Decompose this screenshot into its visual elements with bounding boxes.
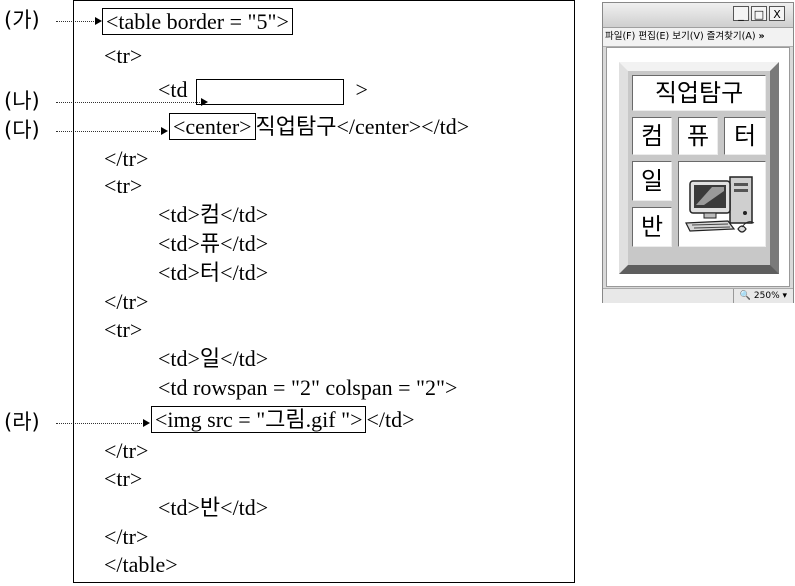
cell-pyu: 퓨 <box>678 117 718 155</box>
code-tr-close-4: </tr> <box>104 524 149 549</box>
code-td-open-start: <td <box>158 77 188 102</box>
code-td-teo: <td>터</td> <box>158 260 269 285</box>
code-center-tag: <center> <box>169 113 256 140</box>
code-td-keom: <td>컴</td> <box>158 202 269 227</box>
code-tr-open-1: <tr> <box>104 43 143 68</box>
rendered-table: 직업탐구 컴 퓨 터 일 반 <box>619 62 779 274</box>
minimize-button[interactable]: _ <box>733 6 749 21</box>
code-td-open-end: > <box>355 77 368 102</box>
magnifier-icon: 🔍 <box>739 291 752 301</box>
cell-keom: 컴 <box>632 117 672 155</box>
label-na: (나) <box>4 89 40 113</box>
code-panel: <table border = "5"> <tr> <td > <center> 직… <box>73 0 575 583</box>
page-viewport: 직업탐구 컴 퓨 터 일 반 <box>606 47 790 287</box>
code-table-close: </table> <box>104 552 178 577</box>
label-ra: (라) <box>4 410 40 434</box>
code-td-il: <td>일</td> <box>158 346 269 371</box>
label-ga: (가) <box>4 8 40 32</box>
code-tr-open-4: <tr> <box>104 466 143 491</box>
menu-file[interactable]: 파일(F) <box>605 31 635 42</box>
menu-more[interactable]: » <box>759 31 765 42</box>
label-da: (다) <box>4 118 40 142</box>
title-bar: _ □ X <box>603 3 793 28</box>
code-table-open: <table border = "5"> <box>102 8 293 35</box>
code-img-rest: </td> <box>366 407 415 432</box>
code-tr-close-2: </tr> <box>104 289 149 314</box>
code-img-tag: <img src = "그림.gif "> <box>151 406 367 433</box>
zoom-level: 250% ▾ <box>753 291 787 301</box>
cell-ban: 반 <box>632 207 672 247</box>
browser-window: _ □ X 파일(F) 편집(E) 보기(V) 즐겨찾기(A)» 직업탐구 컴 퓨 터… <box>602 2 794 303</box>
code-tr-close-1: </tr> <box>104 146 149 171</box>
code-center-rest: 직업탐구</center></td> <box>255 114 470 139</box>
code-tr-close-3: </tr> <box>104 438 149 463</box>
menu-edit[interactable]: 편집(E) <box>638 31 669 42</box>
cell-teo: 터 <box>724 117 766 155</box>
cell-header: 직업탐구 <box>632 75 766 111</box>
close-button[interactable]: X <box>769 6 785 21</box>
status-bar: 🔍 250% ▾ <box>603 288 793 303</box>
maximize-button[interactable]: □ <box>751 6 767 21</box>
menu-bar: 파일(F) 편집(E) 보기(V) 즐겨찾기(A)» <box>603 28 793 47</box>
blank-attribute-box <box>195 78 344 105</box>
code-td-rowspan: <td rowspan = "2" colspan = "2"> <box>158 375 458 400</box>
code-td-ban: <td>반</td> <box>158 495 269 520</box>
zoom-control[interactable]: 🔍 250% ▾ <box>732 289 787 303</box>
cell-image <box>678 161 766 247</box>
cell-il: 일 <box>632 161 672 201</box>
menu-view[interactable]: 보기(V) <box>672 31 703 42</box>
code-td-pyu: <td>퓨</td> <box>158 231 269 256</box>
code-tr-open-3: <tr> <box>104 317 143 342</box>
code-tr-open-2: <tr> <box>104 173 143 198</box>
computer-icon <box>685 176 755 233</box>
menu-favorites[interactable]: 즐겨찾기(A) <box>707 31 756 42</box>
